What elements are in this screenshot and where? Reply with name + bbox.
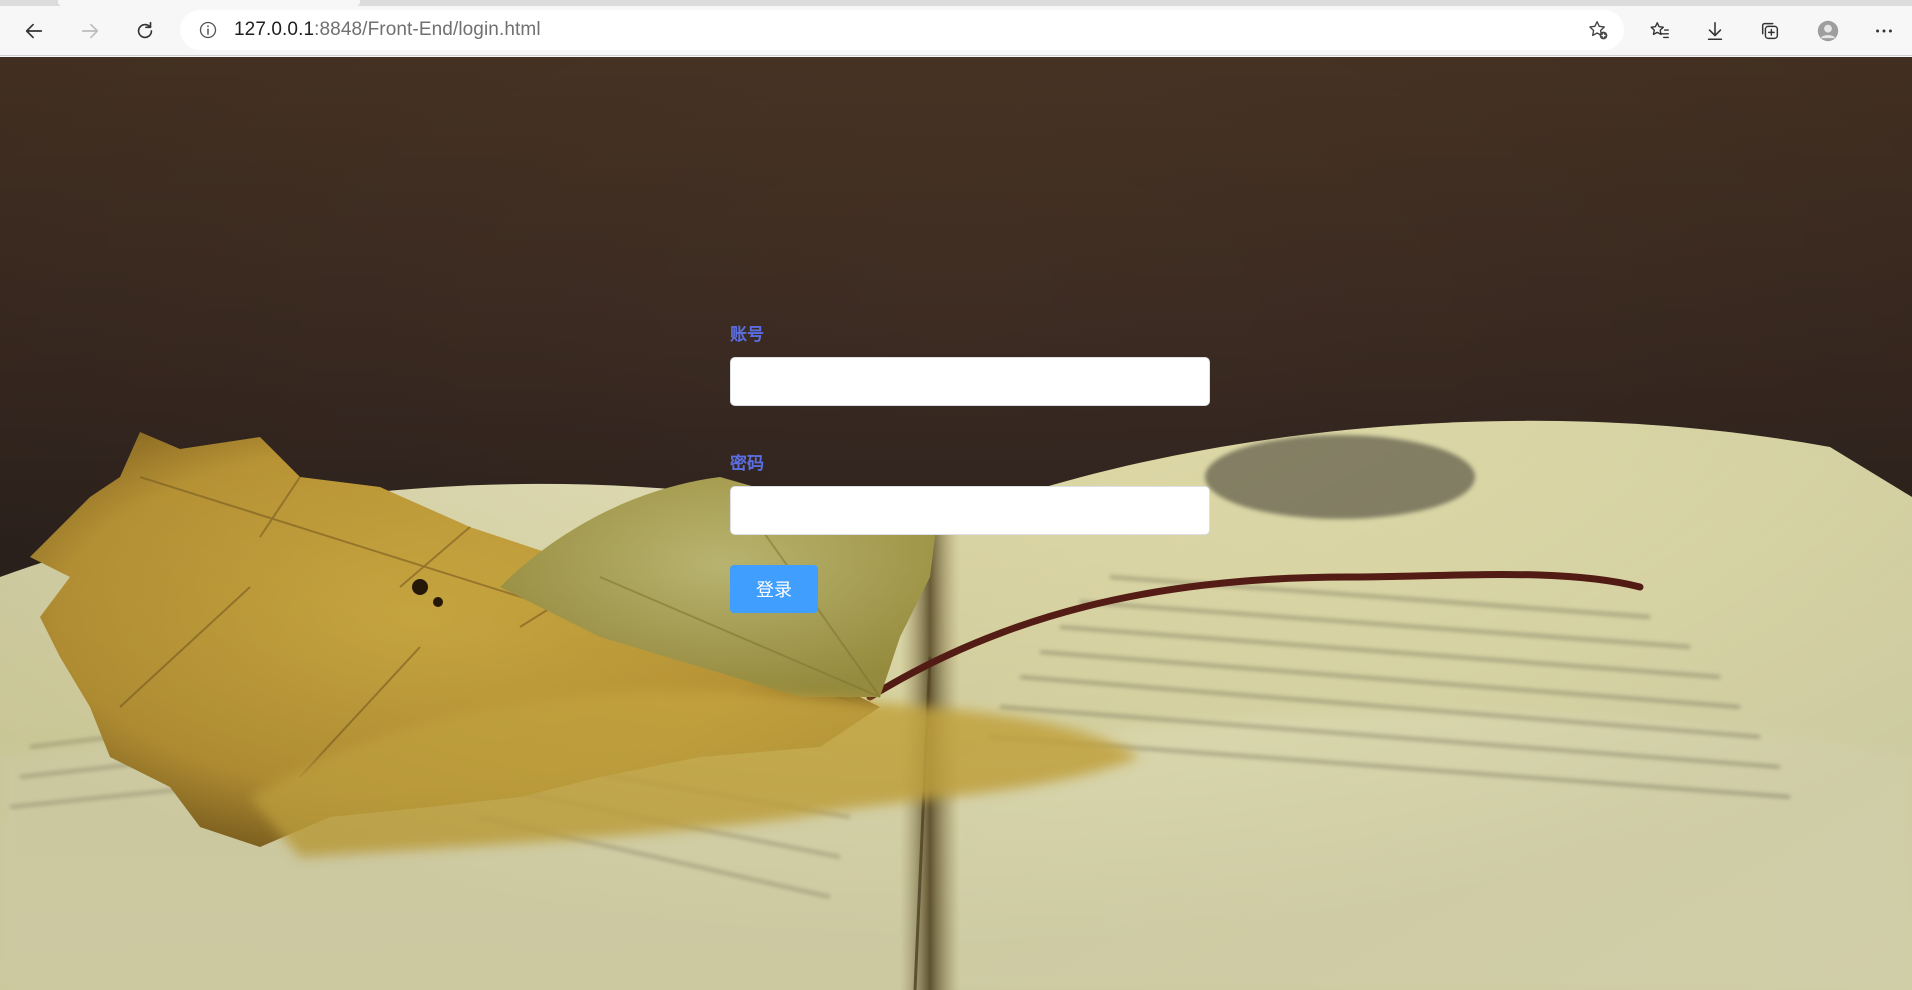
collections-icon bbox=[1761, 22, 1779, 40]
collections-button[interactable] bbox=[1750, 11, 1790, 51]
site-info-button[interactable] bbox=[188, 10, 228, 50]
back-arrow-icon bbox=[25, 23, 43, 39]
download-icon bbox=[1707, 21, 1723, 41]
profile-avatar-icon bbox=[1817, 20, 1839, 42]
url-host: 127.0.0.1 bbox=[234, 19, 315, 40]
info-icon bbox=[199, 21, 217, 39]
forward-button[interactable] bbox=[70, 11, 110, 51]
downloads-button[interactable] bbox=[1695, 11, 1735, 51]
star-plus-icon bbox=[1589, 21, 1608, 40]
url-text[interactable]: 127.0.0.1:8848/Front-End/login.html bbox=[234, 19, 541, 41]
more-menu-icon bbox=[1876, 29, 1892, 33]
login-form: 账号 密码 登录 bbox=[730, 323, 1210, 613]
password-label: 密码 bbox=[730, 454, 764, 473]
account-label: 账号 bbox=[730, 325, 764, 344]
add-favorite-button[interactable] bbox=[1578, 10, 1618, 50]
refresh-icon bbox=[137, 21, 153, 39]
account-input[interactable] bbox=[730, 357, 1210, 406]
url-path: :8848/Front-End/login.html bbox=[314, 19, 541, 40]
address-bar[interactable]: 127.0.0.1:8848/Front-End/login.html bbox=[180, 10, 1624, 50]
forward-arrow-icon bbox=[81, 23, 99, 39]
browser-toolbar: 127.0.0.1:8848/Front-End/login.html bbox=[0, 6, 1912, 56]
refresh-button[interactable] bbox=[125, 11, 165, 51]
favorites-list-icon bbox=[1650, 22, 1669, 39]
page-viewport: 账号 密码 登录 bbox=[0, 57, 1912, 990]
login-button[interactable]: 登录 bbox=[730, 565, 818, 613]
back-button[interactable] bbox=[14, 11, 54, 51]
password-input[interactable] bbox=[730, 486, 1210, 535]
more-menu-button[interactable] bbox=[1864, 11, 1904, 51]
favorites-button[interactable] bbox=[1640, 11, 1680, 51]
profile-button[interactable] bbox=[1808, 11, 1848, 51]
